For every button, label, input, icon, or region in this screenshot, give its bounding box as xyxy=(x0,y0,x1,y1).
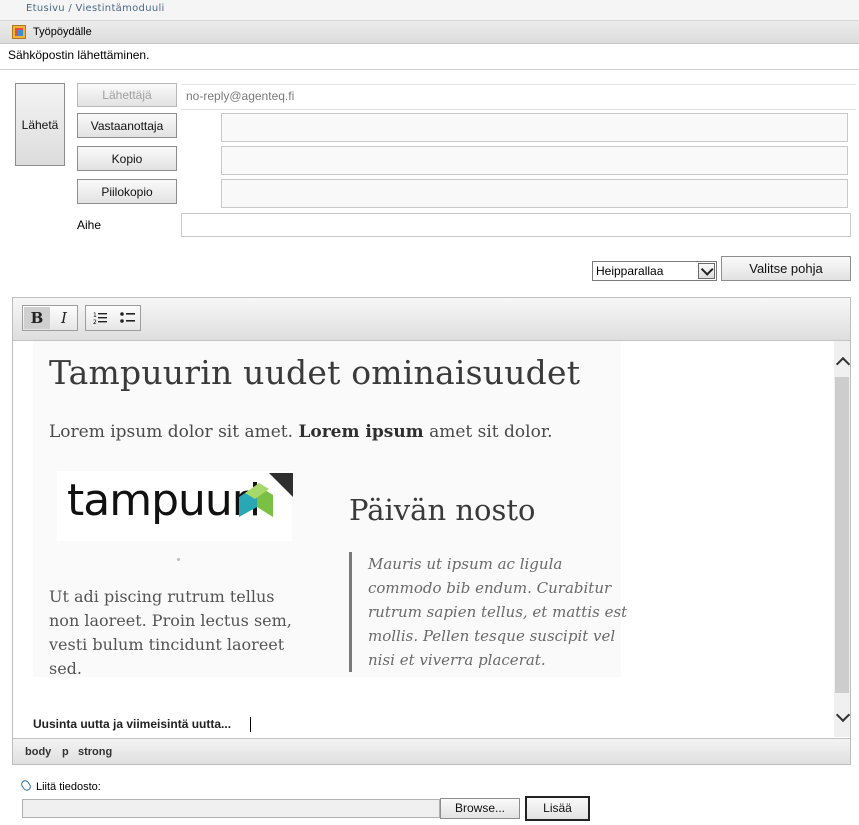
newsletter-body-text: Ut adi piscing rutrum tellus non laoreet… xyxy=(49,587,292,678)
svg-text:1: 1 xyxy=(93,312,97,319)
format-group: B I xyxy=(22,305,78,331)
logo-wordmark: tampuuri xyxy=(67,475,261,526)
editor-toolbar: B I 1 2 xyxy=(13,298,850,341)
template-select[interactable]: Heipparallaa xyxy=(592,261,717,281)
decorative-dot xyxy=(177,558,180,561)
path-item-p[interactable]: p xyxy=(62,746,69,758)
bullet-list-icon[interactable] xyxy=(114,307,140,329)
path-item-body[interactable]: body xyxy=(25,746,51,758)
page-title: Sähköpostin lähettäminen. xyxy=(8,48,150,62)
top-toolbar: Työpöydälle xyxy=(0,21,859,44)
rich-text-editor: B I 1 2 Tampuurin uudet ominaisuudet Lor… xyxy=(12,297,851,765)
chevron-down-icon[interactable] xyxy=(698,263,715,279)
breadcrumb: Etusivu / Viestintämoduuli xyxy=(0,0,859,21)
sender-button[interactable]: Lähettäjä xyxy=(77,83,177,107)
template-selected-value: Heipparallaa xyxy=(596,264,664,278)
subject-input[interactable] xyxy=(181,213,851,237)
attach-label: Liitä tiedosto: xyxy=(36,781,101,793)
ordered-list-icon[interactable]: 1 2 xyxy=(87,307,113,329)
bcc-field[interactable] xyxy=(221,179,848,208)
svg-text:2: 2 xyxy=(93,319,97,326)
editor-content[interactable]: Tampuurin uudet ominaisuudet Lorem ipsum… xyxy=(13,341,833,737)
path-item-strong[interactable]: strong xyxy=(78,746,112,758)
sender-value: no-reply@agenteq.fi xyxy=(181,84,856,110)
paperclip-icon xyxy=(19,778,33,793)
italic-button[interactable]: I xyxy=(51,307,77,329)
bold-button[interactable]: B xyxy=(24,307,50,329)
highlight-heading: Päivän nosto xyxy=(349,493,536,527)
browse-button[interactable]: Browse... xyxy=(440,798,520,819)
desktop-icon[interactable] xyxy=(12,25,26,39)
intro-text-end: amet sit dolor. xyxy=(429,422,553,442)
subject-label: Aihe xyxy=(77,218,102,232)
scrollbar-thumb[interactable] xyxy=(835,377,849,693)
intro-text-start: Lorem ipsum dolor sit amet. xyxy=(49,422,294,442)
cc-field[interactable] xyxy=(221,146,848,175)
cc-button[interactable]: Kopio xyxy=(77,146,177,171)
send-button[interactable]: Lähetä xyxy=(15,83,65,166)
tampuuri-logo: tampuuri xyxy=(57,471,293,541)
intro-bold-text: Lorem ipsum xyxy=(298,422,424,442)
bcc-button[interactable]: Piilokopio xyxy=(77,179,177,204)
desktop-link[interactable]: Työpöydälle xyxy=(33,26,92,38)
recipient-field[interactable] xyxy=(221,113,848,142)
highlight-quote: Mauris ut ipsum ac ligula commodo bib en… xyxy=(349,552,628,672)
newsletter-intro: Lorem ipsum dolor sit amet. Lorem ipsum … xyxy=(49,422,552,442)
latest-news-line: Uusinta uutta ja viimeisintä uutta... xyxy=(33,717,232,731)
list-group: 1 2 xyxy=(85,305,141,331)
text-caret xyxy=(250,717,251,732)
file-path-input[interactable] xyxy=(22,799,440,818)
add-attachment-button[interactable]: Lisää xyxy=(525,796,590,821)
breadcrumb-text[interactable]: Etusivu / Viestintämoduuli xyxy=(26,3,165,14)
logo-mark-icon xyxy=(239,473,293,517)
choose-template-button[interactable]: Valitse pohja xyxy=(721,256,851,281)
element-path-bar: body p strong xyxy=(13,738,850,764)
recipient-button[interactable]: Vastaanottaja xyxy=(77,113,177,138)
divider xyxy=(0,69,859,70)
newsletter-title: Tampuurin uudet ominaisuudet xyxy=(49,353,581,392)
